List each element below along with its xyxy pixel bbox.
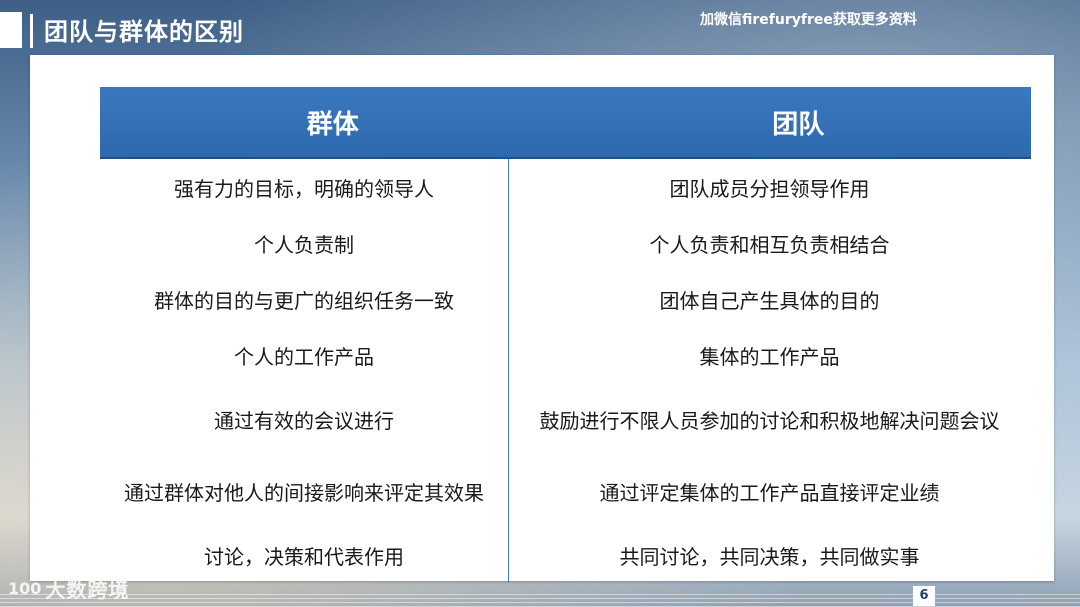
- table-row: 个人负责制 个人负责和相互负责相结合: [100, 215, 1031, 271]
- column-header-team: 团队: [772, 109, 825, 140]
- table-row: 强有力的目标，明确的领导人 团队成员分担领导作用: [100, 159, 1031, 215]
- table-row: 个人的工作产品 集体的工作产品: [100, 327, 1031, 383]
- table-row: 通过群体对他人的间接影响来评定其效果 通过评定集体的工作产品直接评定业绩: [100, 455, 1031, 527]
- title-accent-bar: [0, 12, 22, 48]
- table-row: 讨论，决策和代表作用 共同讨论，共同决策，共同做实事: [100, 527, 1031, 583]
- column-divider: [508, 159, 509, 583]
- logo-mark-icon: 100: [8, 579, 42, 598]
- title-divider: [30, 14, 33, 48]
- table-cell-group: 个人的工作产品: [234, 344, 374, 369]
- table-cell-team: 共同讨论，共同决策，共同做实事: [619, 544, 920, 569]
- table-cell-group: 强有力的目标，明确的领导人: [174, 176, 434, 201]
- table-cell-team: 团队成员分担领导作用: [669, 176, 870, 201]
- table-body: 强有力的目标，明确的领导人 团队成员分担领导作用 个人负责制 个人负责和相互负责…: [100, 159, 1031, 583]
- table-cell-group: 通过群体对他人的间接影响来评定其效果: [124, 480, 484, 505]
- column-header-group: 群体: [306, 109, 359, 140]
- table-cell-group: 群体的目的与更广的组织任务一致: [154, 288, 454, 313]
- table-cell-team: 鼓励进行不限人员参加的讨论和积极地解决问题会议: [539, 408, 1000, 433]
- watermark-text: 加微信firefuryfree获取更多资料: [700, 12, 917, 28]
- table-cell-team: 团体自己产生具体的目的: [659, 288, 880, 313]
- table-cell-team: 集体的工作产品: [699, 344, 840, 369]
- brand-logo: 100 大数跨境: [8, 574, 129, 603]
- page-number: 6: [913, 586, 935, 606]
- table-cell-team: 个人负责和相互负责相结合: [649, 232, 890, 257]
- page-title: 团队与群体的区别: [44, 18, 244, 46]
- table-cell-team: 通过评定集体的工作产品直接评定业绩: [599, 480, 940, 505]
- logo-text: 大数跨境: [45, 578, 130, 602]
- table-cell-group: 个人负责制: [254, 232, 354, 257]
- table-header: 群体 团队: [100, 87, 1031, 159]
- table-cell-group: 通过有效的会议进行: [214, 408, 394, 433]
- comparison-table: 群体 团队 强有力的目标，明确的领导人 团队成员分担领导作用 个人负责制 个人负…: [100, 87, 1031, 583]
- table-cell-group: 讨论，决策和代表作用: [204, 544, 404, 569]
- table-row: 群体的目的与更广的组织任务一致 团体自己产生具体的目的: [100, 271, 1031, 327]
- table-row: 通过有效的会议进行 鼓励进行不限人员参加的讨论和积极地解决问题会议: [100, 383, 1031, 455]
